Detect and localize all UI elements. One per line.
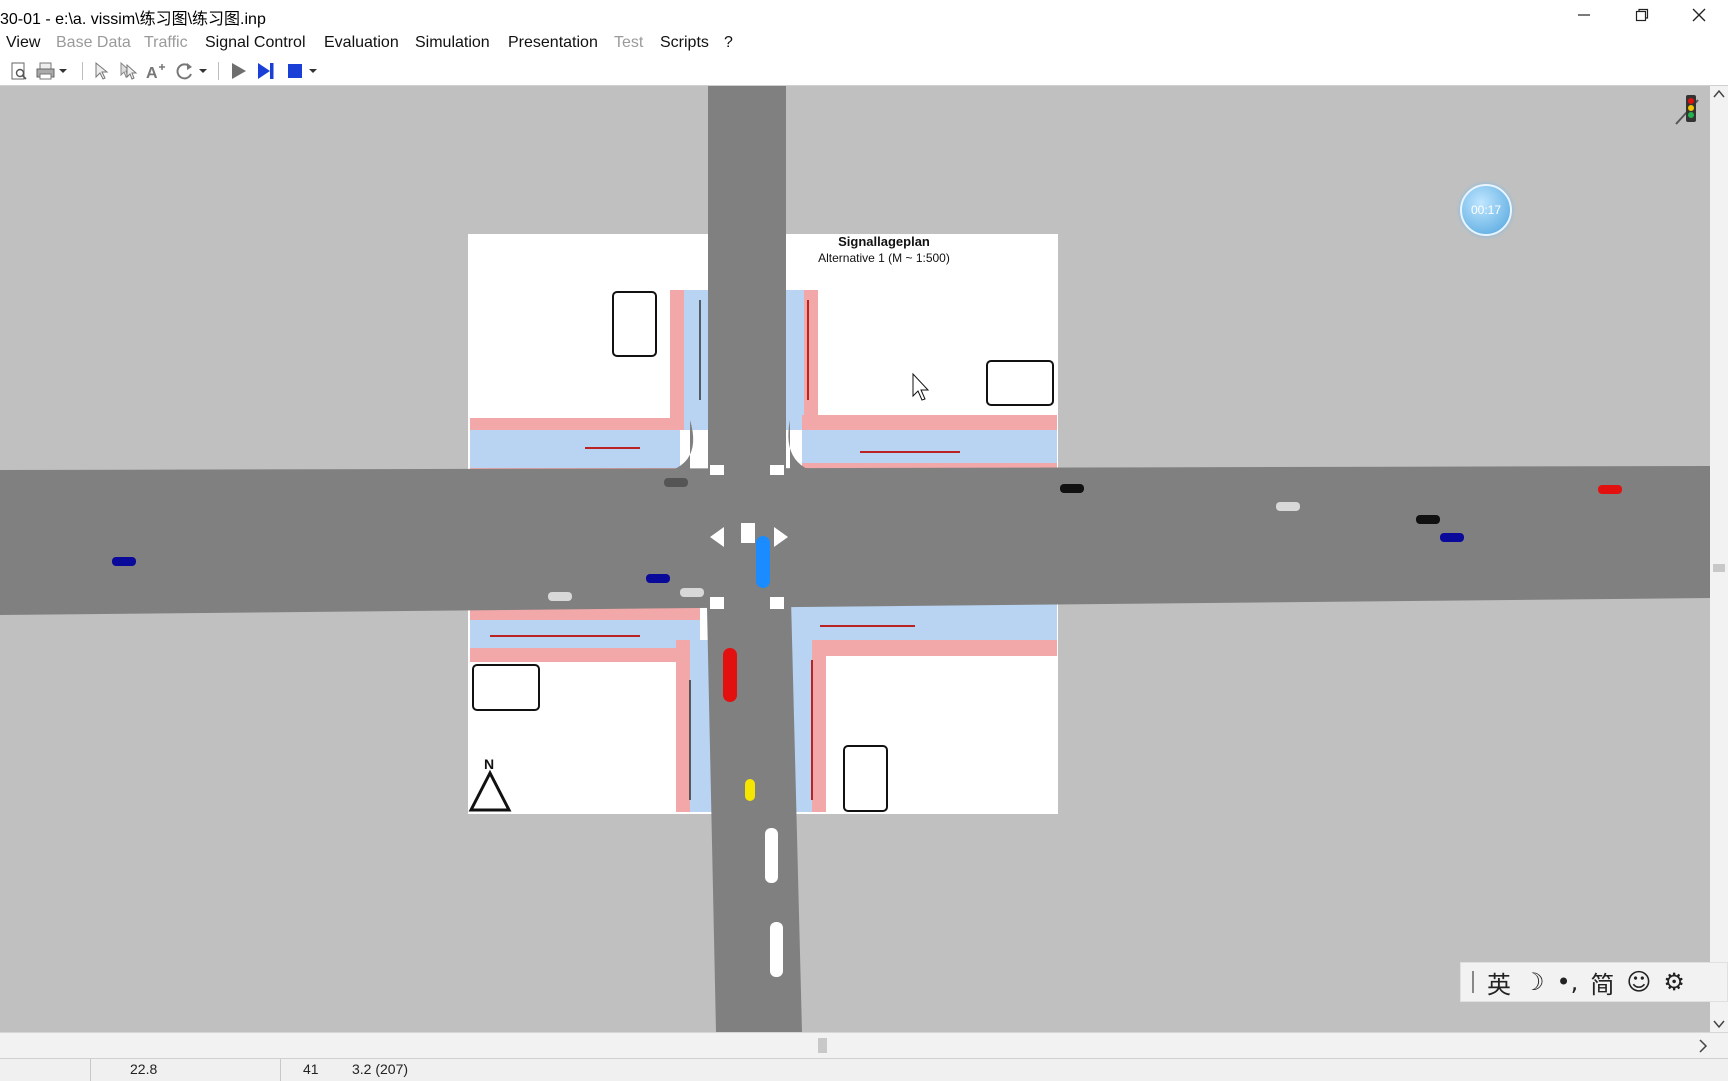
traffic-light-icon[interactable]	[1675, 95, 1699, 125]
single-step-icon	[258, 63, 274, 79]
vehicle	[112, 557, 136, 566]
menu-simulation[interactable]: Simulation	[415, 34, 490, 52]
menu-presentation[interactable]: Presentation	[508, 34, 598, 52]
single-step-button[interactable]	[254, 60, 278, 82]
menu-scripts[interactable]: Scripts	[660, 34, 709, 52]
multi-select-button[interactable]	[116, 60, 140, 82]
status-divider	[280, 1059, 281, 1081]
vehicle	[1416, 515, 1440, 524]
chevron-up-icon[interactable]	[1713, 89, 1725, 98]
ime-language-toggle[interactable]: 英	[1487, 965, 1511, 1000]
select-icon	[95, 61, 109, 80]
multi-select-icon	[120, 61, 138, 80]
chevron-down-icon	[309, 69, 317, 73]
status-bar: 22.8 41 3.2 (207)	[0, 1058, 1728, 1081]
menu-evaluation[interactable]: Evaluation	[324, 34, 399, 52]
status-zoom: 22.8	[130, 1061, 158, 1077]
menu-help[interactable]: ?	[724, 34, 733, 52]
menu-traffic[interactable]: Traffic	[144, 34, 188, 52]
rotate-dropdown[interactable]	[196, 60, 210, 82]
svg-text:A: A	[146, 65, 158, 81]
title-bar: 30-01 - e:\a. vissim\练习图\练习图.inp	[0, 0, 1728, 29]
scrollbar-track	[818, 1038, 1708, 1053]
print-button[interactable]	[34, 60, 58, 82]
ime-toolbar: 英 ☽ •, 简 ☺ ⚙	[1460, 962, 1728, 1002]
toolbar: A	[0, 57, 1728, 86]
print-dropdown[interactable]	[56, 60, 70, 82]
toolbar-separator	[218, 62, 219, 80]
scrollbar-track	[1713, 89, 1725, 1029]
vehicle	[765, 828, 778, 883]
close-button[interactable]	[1670, 0, 1728, 29]
emoji-icon[interactable]: ☺	[1626, 968, 1651, 996]
menu-test[interactable]: Test	[614, 34, 643, 52]
window-title: 30-01 - e:\a. vissim\练习图\练习图.inp	[0, 11, 266, 28]
punctuation-icon[interactable]: •,	[1557, 968, 1579, 996]
vehicle	[756, 536, 770, 588]
plan-subtitle: Alternative 1 (M ~ 1:500)	[818, 251, 950, 265]
scroll-thumb[interactable]	[1713, 564, 1725, 572]
select-button[interactable]	[89, 60, 113, 82]
ime-simplified-toggle[interactable]: 简	[1590, 965, 1614, 1000]
moon-icon[interactable]: ☽	[1523, 968, 1545, 996]
network-view[interactable]: N Signallageplan Alternative 1 (M ~ 1:50…	[0, 86, 1710, 1032]
play-button[interactable]	[226, 60, 250, 82]
restore-icon	[1635, 8, 1649, 21]
horizontal-scrollbar[interactable]	[0, 1032, 1728, 1059]
text-size-icon: A	[146, 64, 165, 81]
menu-signal-control[interactable]: Signal Control	[205, 34, 306, 52]
north-label: N	[484, 756, 494, 772]
vehicle	[1060, 484, 1084, 493]
vehicle	[770, 922, 783, 977]
toolbar-separator	[82, 62, 83, 80]
rotate-button[interactable]	[173, 60, 197, 82]
network-canvas[interactable]: N Signallageplan Alternative 1 (M ~ 1:50…	[0, 86, 1710, 1032]
chevron-down-icon	[199, 69, 207, 73]
minimize-button[interactable]	[1555, 0, 1613, 29]
vehicle	[664, 478, 688, 487]
status-count: 41	[303, 1061, 319, 1077]
stop-button[interactable]	[283, 60, 307, 82]
minimize-icon	[1578, 13, 1590, 16]
vehicle	[745, 779, 755, 801]
chevron-right-icon[interactable]	[1699, 1039, 1708, 1053]
print-icon	[36, 62, 55, 80]
print-preview-icon	[11, 62, 27, 80]
ime-drag-handle[interactable]	[1471, 971, 1475, 993]
restore-button[interactable]	[1613, 0, 1671, 29]
menu-bar: View Base Data Traffic Signal Control Ev…	[0, 31, 1728, 57]
status-divider	[90, 1059, 91, 1081]
vehicle	[723, 648, 737, 702]
rotate-icon	[176, 63, 192, 80]
gear-icon[interactable]: ⚙	[1663, 968, 1685, 996]
play-icon	[232, 63, 246, 79]
stop-icon	[288, 64, 302, 78]
vehicle	[680, 588, 704, 597]
vehicle	[548, 592, 572, 601]
vehicle	[646, 574, 670, 583]
scroll-thumb[interactable]	[818, 1038, 827, 1053]
chevron-down-icon[interactable]	[1713, 1020, 1725, 1029]
menu-base-data[interactable]: Base Data	[56, 34, 131, 52]
vehicle	[1440, 533, 1464, 542]
print-preview-button[interactable]	[7, 60, 31, 82]
vertical-scrollbar[interactable]	[1710, 86, 1728, 1032]
vehicle	[1276, 502, 1300, 511]
road-network	[0, 86, 1710, 1032]
status-time: 3.2 (207)	[352, 1061, 409, 1077]
stop-dropdown[interactable]	[306, 60, 320, 82]
recording-timer[interactable]: 00:17	[1460, 184, 1512, 236]
menu-view[interactable]: View	[6, 34, 40, 52]
chevron-down-icon	[59, 69, 67, 73]
plan-title: Signallageplan	[838, 234, 930, 249]
close-icon	[1692, 8, 1706, 21]
vehicle	[1598, 485, 1622, 494]
text-size-button[interactable]: A	[143, 60, 167, 82]
timer-text: 00:17	[1470, 203, 1502, 217]
